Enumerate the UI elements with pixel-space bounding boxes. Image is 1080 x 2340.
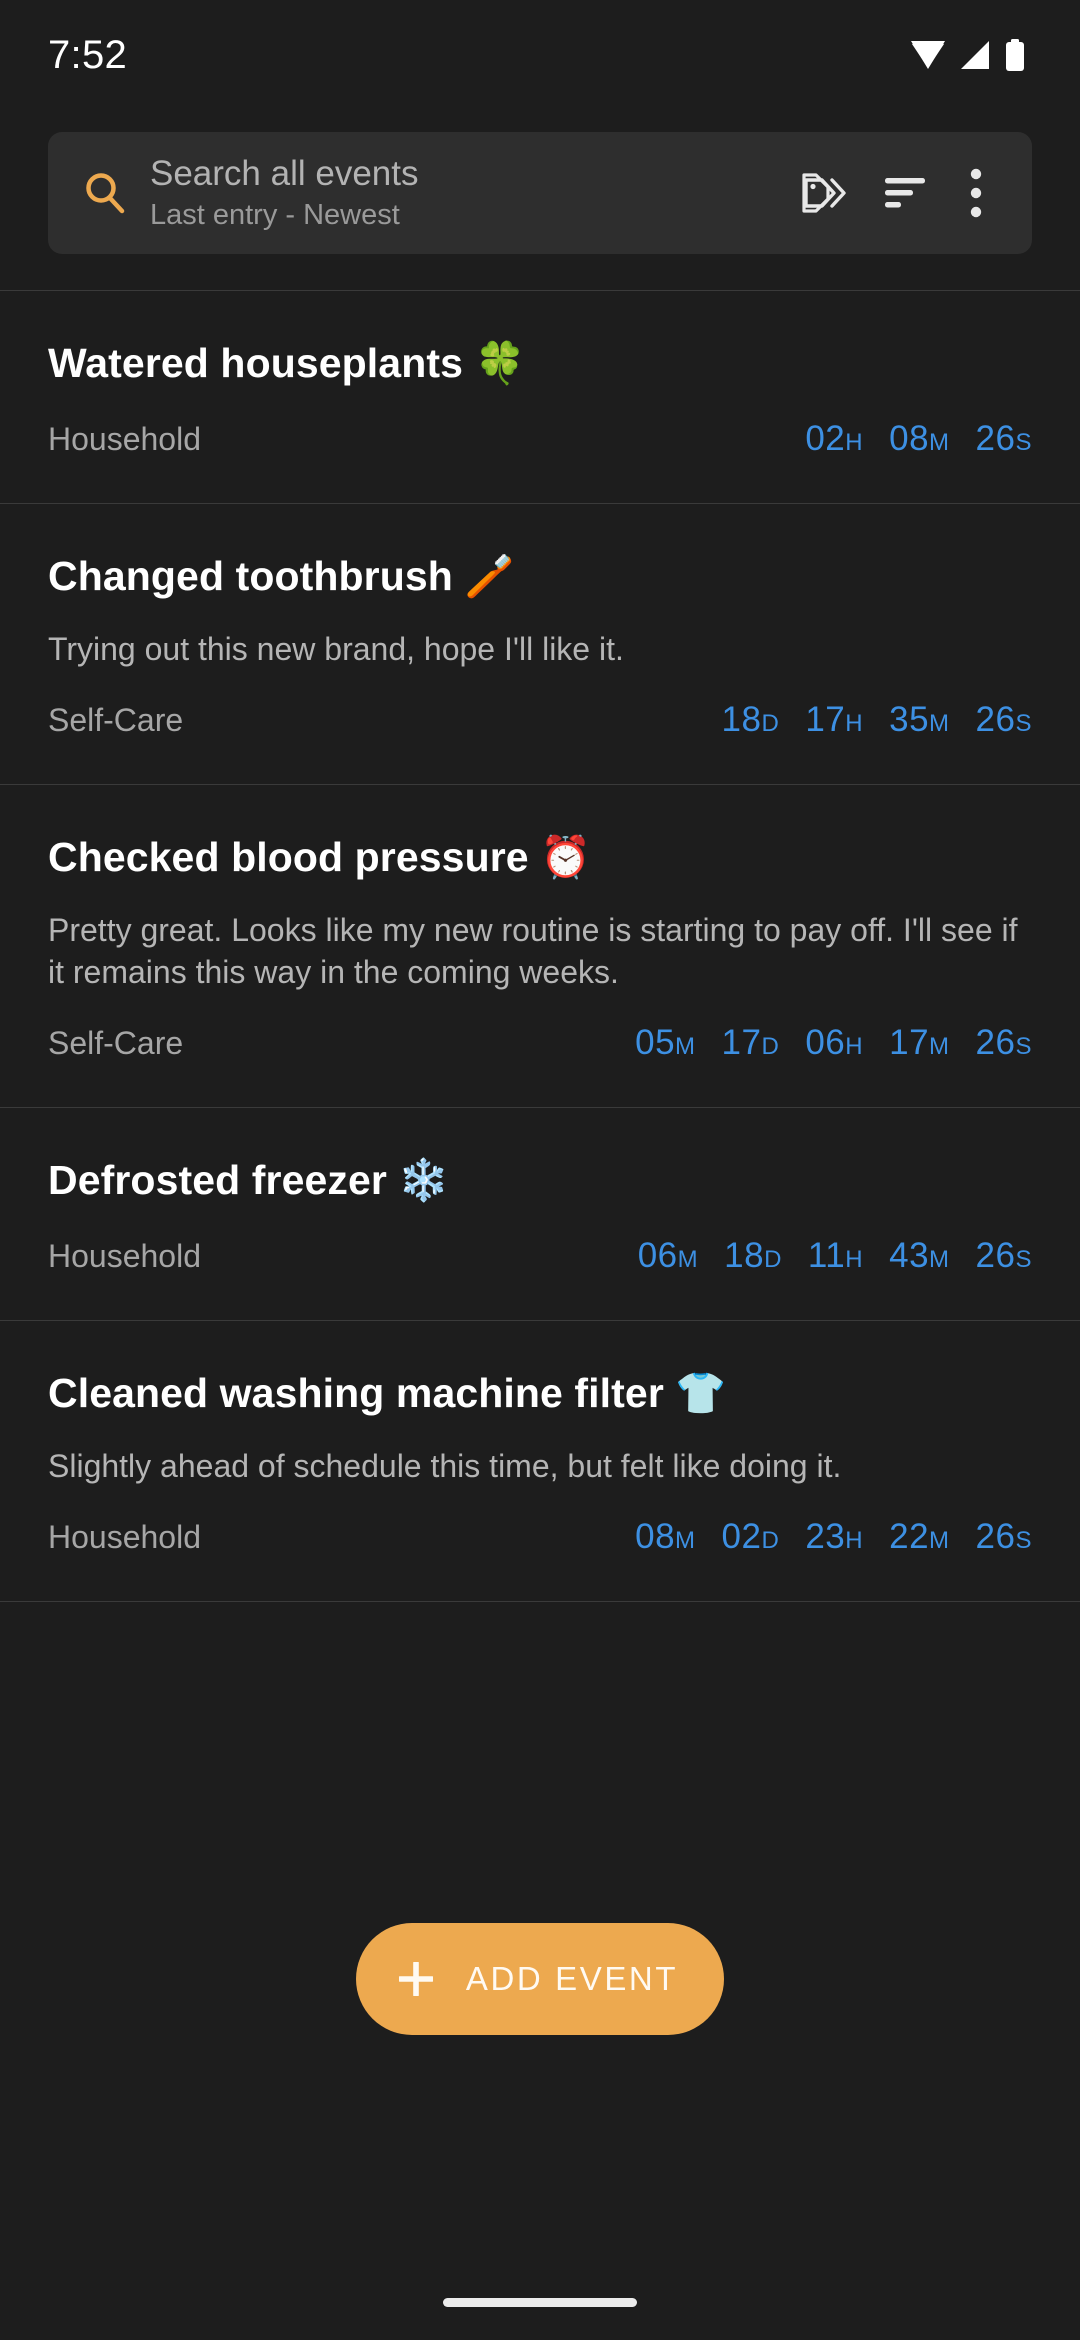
sort-icon[interactable] — [868, 156, 942, 230]
search-action-buttons — [788, 156, 1004, 230]
time-segment: 26S — [975, 700, 1032, 739]
event-title: Defrosted freezer ❄️ — [48, 1157, 450, 1203]
time-segment: 26S — [975, 419, 1032, 458]
event-card[interactable]: Cleaned washing machine filter 👕 Slightl… — [0, 1320, 1080, 1602]
event-category: Self-Care — [48, 1025, 184, 1061]
time-segment: 43M — [889, 1236, 950, 1275]
event-title: Watered houseplants 🍀 — [48, 340, 526, 386]
cellular-signal-icon — [958, 40, 992, 70]
event-elapsed-time: 08M 02D 23H 22M 26S — [635, 1517, 1032, 1561]
event-footer: Household 08M 02D 23H 22M 26S — [48, 1517, 1032, 1561]
home-indicator[interactable] — [443, 2297, 637, 2307]
time-segment: 35M — [889, 700, 950, 739]
event-card[interactable]: Checked blood pressure ⏰ Pretty great. L… — [0, 784, 1080, 1107]
battery-icon — [1004, 39, 1026, 71]
event-elapsed-time: 05M 17D 06H 17M 26S — [635, 1023, 1032, 1067]
event-footer: Self-Care 05M 17D 06H 17M 26S — [48, 1023, 1032, 1067]
time-segment: 02D — [721, 1517, 780, 1556]
time-segment: 17D — [721, 1023, 780, 1062]
time-segment: 23H — [805, 1517, 864, 1556]
bottom-spacer — [0, 2035, 1080, 2264]
event-elapsed-time: 02H 08M 26S — [805, 419, 1032, 463]
time-segment: 06M — [637, 1236, 699, 1275]
search-icon — [82, 170, 138, 216]
time-segment: 02H — [805, 419, 864, 458]
time-segment: 11H — [807, 1236, 864, 1275]
event-card[interactable]: Changed toothbrush 🪥 Trying out this new… — [0, 503, 1080, 784]
event-title: Cleaned washing machine filter 👕 — [48, 1370, 727, 1416]
event-category: Household — [48, 1238, 201, 1274]
event-title: Changed toothbrush 🪥 — [48, 553, 516, 599]
event-note: Slightly ahead of schedule this time, bu… — [48, 1448, 842, 1484]
add-event-label: ADD EVENT — [465, 1960, 679, 1997]
app-screen: 7:52 Search all events Last entry - Newe… — [0, 0, 1080, 2340]
tags-icon[interactable] — [788, 156, 862, 230]
event-footer: Self-Care 18D 17H 35M 26S — [48, 700, 1032, 744]
status-bar: 7:52 — [0, 0, 1080, 110]
time-segment: 08M — [635, 1517, 696, 1556]
system-navigation-bar — [0, 2264, 1080, 2340]
search-bar-container: Search all events Last entry - Newest — [0, 110, 1080, 254]
fab-container: ADD EVENT — [0, 1831, 1080, 2035]
time-segment: 22M — [889, 1517, 950, 1556]
event-list[interactable]: Watered houseplants 🍀 Household 02H 08M … — [0, 290, 1080, 1831]
status-bar-icons — [910, 39, 1026, 71]
event-card[interactable]: Watered houseplants 🍀 Household 02H 08M … — [0, 290, 1080, 503]
search-input[interactable]: Search all events — [150, 152, 788, 196]
event-card[interactable]: Defrosted freezer ❄️ Household 06M 18D 1… — [0, 1107, 1080, 1320]
event-footer: Household 02H 08M 26S — [48, 419, 1032, 463]
plus-icon — [394, 1957, 438, 2001]
time-segment: 26S — [975, 1236, 1032, 1275]
time-segment: 26S — [975, 1023, 1032, 1062]
time-segment: 06H — [805, 1023, 864, 1062]
sort-summary-label: Last entry - Newest — [150, 199, 400, 231]
search-text-group: Search all events Last entry - Newest — [138, 152, 788, 234]
search-bar[interactable]: Search all events Last entry - Newest — [48, 132, 1032, 254]
event-title: Checked blood pressure ⏰ — [48, 834, 592, 880]
event-footer: Household 06M 18D 11H 43M 26S — [48, 1236, 1032, 1280]
event-note: Trying out this new brand, hope I'll lik… — [48, 631, 624, 667]
status-bar-clock: 7:52 — [48, 32, 128, 77]
time-segment: 26S — [975, 1517, 1032, 1556]
time-segment: 08M — [889, 419, 950, 458]
time-segment: 18D — [721, 700, 780, 739]
event-category: Household — [48, 1519, 201, 1555]
wifi-icon — [910, 40, 946, 70]
event-category: Self-Care — [48, 702, 184, 738]
add-event-button[interactable]: ADD EVENT — [355, 1923, 725, 2035]
time-segment: 17H — [805, 700, 864, 739]
time-segment: 18D — [724, 1236, 782, 1275]
event-elapsed-time: 06M 18D 11H 43M 26S — [638, 1236, 1032, 1280]
event-category: Household — [48, 421, 201, 457]
event-note: Pretty great. Looks like my new routine … — [48, 912, 1018, 990]
overflow-menu-icon[interactable] — [948, 156, 1004, 230]
event-elapsed-time: 18D 17H 35M 26S — [722, 700, 1032, 744]
time-segment: 17M — [889, 1023, 950, 1062]
time-segment: 05M — [635, 1023, 696, 1062]
